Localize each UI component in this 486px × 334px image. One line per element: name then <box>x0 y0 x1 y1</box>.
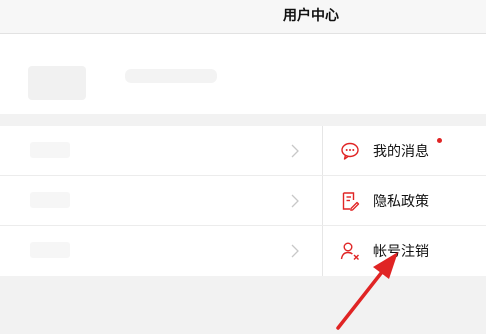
left-menu-cell[interactable] <box>0 176 322 226</box>
left-menu-cell[interactable] <box>0 126 322 176</box>
chevron-right-icon <box>291 194 299 208</box>
chevron-right-icon <box>291 244 299 258</box>
blurred-username <box>125 69 217 83</box>
menu-item-label: 帐号注销 <box>373 244 429 260</box>
page-title: 用户中心 <box>283 8 339 24</box>
menu-list: 我的消息 隐私政策 帐号注销 <box>0 126 486 276</box>
blurred-content <box>30 192 70 208</box>
account-delete-icon <box>340 242 359 260</box>
profile-card[interactable] <box>0 34 486 114</box>
menu-item-privacy-policy[interactable]: 隐私政策 <box>0 176 486 226</box>
menu-item-messages[interactable]: 我的消息 <box>0 126 486 176</box>
blurred-content <box>30 142 70 158</box>
left-menu-cell[interactable] <box>0 226 322 276</box>
menu-item-label: 我的消息 <box>373 144 429 160</box>
chevron-right-icon <box>291 144 299 158</box>
unread-dot <box>437 138 442 143</box>
menu-item-account-deletion[interactable]: 帐号注销 <box>0 226 486 276</box>
blurred-content <box>30 242 70 258</box>
menu-item-label: 隐私政策 <box>373 194 429 210</box>
top-bar: 用户中心 <box>0 0 486 34</box>
blurred-avatar <box>28 66 86 100</box>
message-icon <box>341 142 359 160</box>
policy-document-icon <box>342 192 360 211</box>
